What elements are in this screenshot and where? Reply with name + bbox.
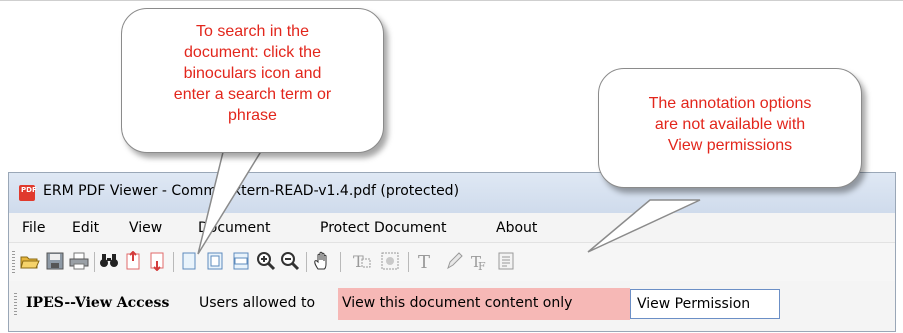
annotation-callout: The annotation options are not available…	[598, 68, 862, 188]
annotation-callout-line-1: The annotation options	[648, 95, 812, 112]
search-callout-line-2: document: click the	[184, 44, 321, 61]
search-callout-line-4: enter a search term or	[173, 86, 332, 103]
annotation-callout-line-2: are not available with	[654, 116, 806, 133]
search-callout-line-3: binoculars icon and	[183, 65, 322, 82]
search-callout-line-1: To search in the	[196, 23, 309, 40]
search-callout: To search in the document: click the bin…	[121, 8, 384, 153]
annotation-callout-line-3: View permissions	[667, 137, 793, 154]
search-callout-line-5: phrase	[228, 107, 277, 124]
